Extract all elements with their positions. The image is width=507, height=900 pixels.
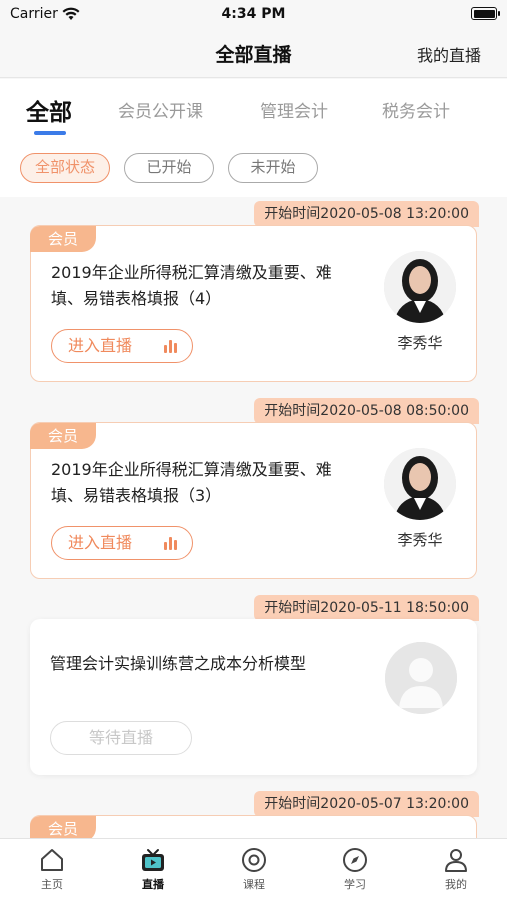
battery-icon <box>471 7 500 20</box>
bottom-tab-bar: 主页 直播 课程 学习 我的 <box>0 838 507 900</box>
teacher-name: 李秀华 <box>397 531 443 549</box>
waiting-live-button[interactable]: 等待直播 <box>50 721 192 755</box>
tab-indicator <box>34 131 66 135</box>
tabbar-label: 主页 <box>41 878 63 891</box>
member-badge: 会员 <box>30 423 96 449</box>
live-bars-icon <box>164 340 178 353</box>
tabbar-item-home[interactable]: 主页 <box>22 847 82 892</box>
tabbar-label: 直播 <box>142 878 164 891</box>
my-live-button[interactable]: 我的直播 <box>417 42 481 66</box>
teacher-avatar <box>384 448 456 520</box>
live-list-screen: Carrier 4:34 PM 全部直播 我的直播 全部 会员公开课 管理会计 … <box>0 0 507 900</box>
teacher-avatar-placeholder <box>385 642 457 714</box>
live-card-body[interactable]: 管理会计实操训练营之成本分析模型 等待直播 <box>30 619 477 775</box>
live-card-body[interactable]: 会员 2019年企业所得税汇算清缴及重要、难填、易错表格填报（4） 进入直播 李… <box>30 225 477 382</box>
target-icon <box>242 848 266 872</box>
course-title: 2019年企业所得税汇算清缴及重要、难填、易错表格填报（3） <box>51 460 332 505</box>
start-time-tag: 开始时间2020-05-08 08:50:00 <box>254 398 479 424</box>
user-icon <box>445 849 467 872</box>
tabbar-item-courses[interactable]: 课程 <box>224 847 284 892</box>
live-card[interactable]: 开始时间2020-05-08 13:20:00 会员 2019年企业所得税汇算清… <box>0 201 507 386</box>
teacher-avatar <box>384 251 456 323</box>
category-tabs: 全部 会员公开课 管理会计 税务会计 <box>0 79 507 141</box>
tab-management-accounting[interactable]: 管理会计 <box>260 97 328 122</box>
tab-tax-accounting[interactable]: 税务会计 <box>382 97 450 122</box>
member-badge: 会员 <box>30 226 96 252</box>
live-card-body[interactable]: 会员 2019年企业所得税汇算清缴及重要、难填、易错表格填报（3） 进入直播 李… <box>30 422 477 579</box>
start-time-tag: 开始时间2020-05-07 13:20:00 <box>254 791 479 817</box>
filter-all-status[interactable]: 全部状态 <box>20 153 110 183</box>
tabbar-item-mine[interactable]: 我的 <box>426 847 486 892</box>
teacher-name: 李秀华 <box>397 334 443 352</box>
enter-live-button[interactable]: 进入直播 <box>51 329 193 363</box>
tabbar-label: 我的 <box>445 878 467 891</box>
live-card[interactable]: 开始时间2020-05-11 18:50:00 管理会计实操训练营之成本分析模型… <box>0 595 507 780</box>
enter-live-label: 进入直播 <box>68 533 133 552</box>
enter-live-label: 进入直播 <box>68 336 133 355</box>
clock: 4:34 PM <box>221 6 286 22</box>
tab-member-open-class[interactable]: 会员公开课 <box>118 97 203 122</box>
course-title: 管理会计实操训练营之成本分析模型 <box>50 654 307 673</box>
enter-live-button[interactable]: 进入直播 <box>51 526 193 560</box>
live-card[interactable]: 开始时间2020-05-08 08:50:00 会员 2019年企业所得税汇算清… <box>0 398 507 583</box>
live-bars-icon <box>164 537 178 550</box>
start-time-tag: 开始时间2020-05-08 13:20:00 <box>254 201 479 227</box>
tv-icon <box>142 849 164 871</box>
status-filters: 全部状态 已开始 未开始 <box>0 141 507 197</box>
tabbar-item-live[interactable]: 直播 <box>123 847 183 892</box>
home-icon <box>41 849 63 871</box>
status-bar: Carrier 4:34 PM <box>0 0 507 28</box>
start-time-tag: 开始时间2020-05-11 18:50:00 <box>254 595 479 621</box>
nav-bar: 全部直播 我的直播 <box>0 28 507 78</box>
tabbar-label: 学习 <box>344 878 366 891</box>
live-card[interactable]: 开始时间2020-05-07 13:20:00 会员 <box>0 791 507 841</box>
tabbar-item-study[interactable]: 学习 <box>325 847 385 892</box>
filter-not-started[interactable]: 未开始 <box>228 153 318 183</box>
course-title: 2019年企业所得税汇算清缴及重要、难填、易错表格填报（4） <box>51 263 332 308</box>
compass-icon <box>343 848 367 872</box>
tab-all[interactable]: 全部 <box>26 93 72 127</box>
filter-started[interactable]: 已开始 <box>124 153 214 183</box>
tabbar-label: 课程 <box>243 878 265 891</box>
